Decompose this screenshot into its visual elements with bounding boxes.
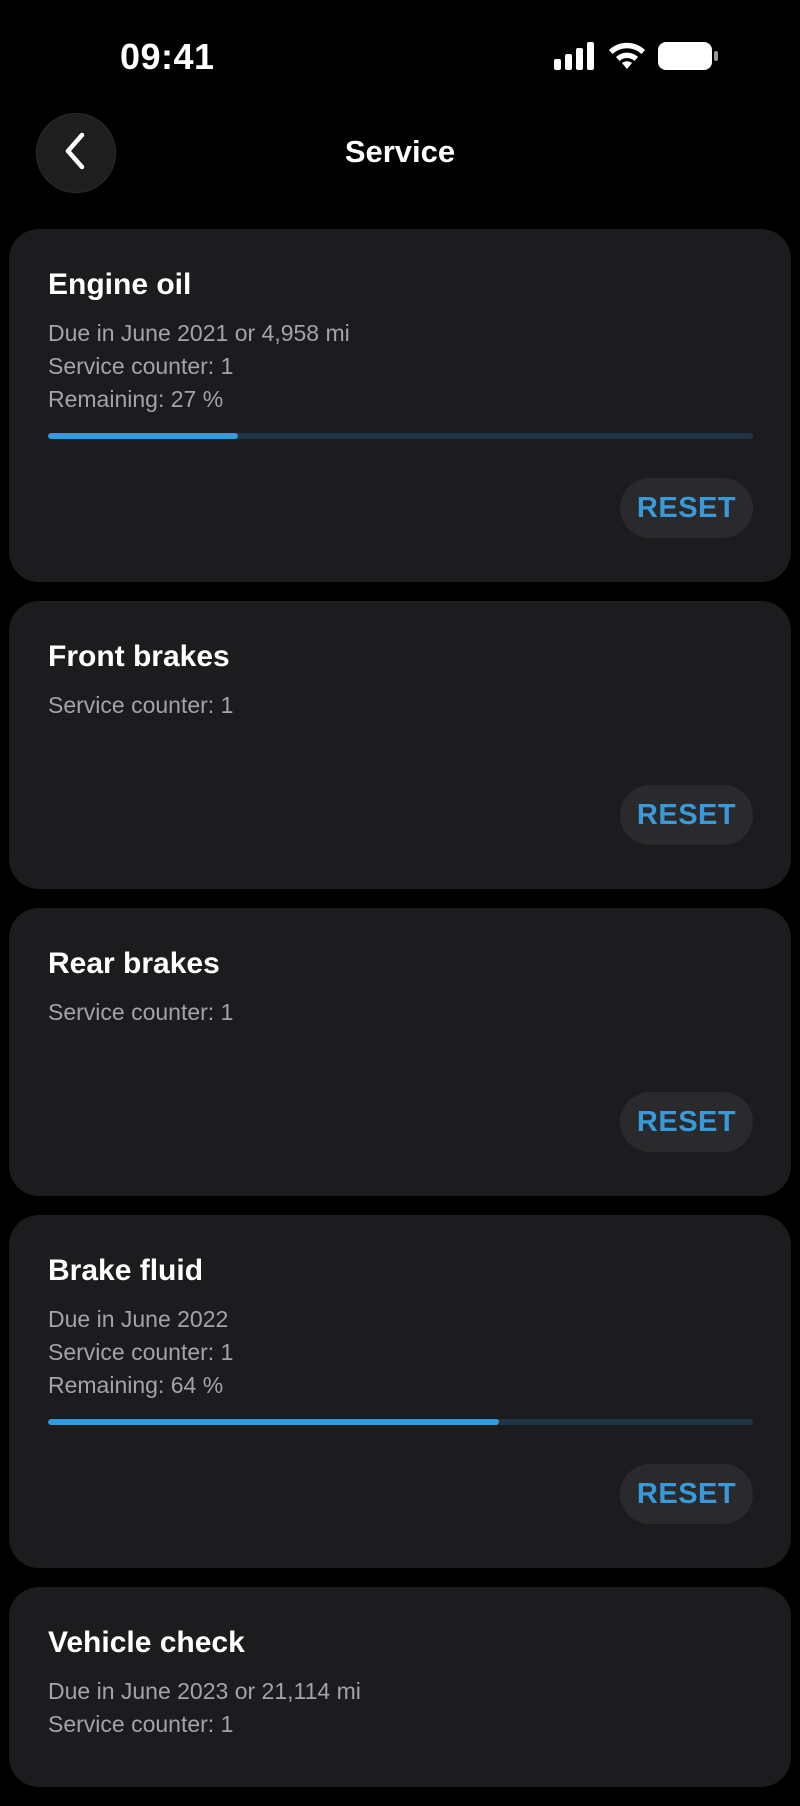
status-bar: 09:41: [0, 0, 800, 110]
status-time: 09:41: [120, 36, 215, 77]
service-remaining: Remaining: 27 %: [48, 386, 224, 412]
service-card-front-brakes: Front brakes Service counter: 1 RESET: [9, 601, 791, 889]
progress-bar: [48, 1419, 753, 1425]
battery-icon: [658, 42, 718, 75]
service-card-engine-oil: Engine oil Due in June 2021 or 4,958 mi …: [9, 229, 791, 582]
service-counter: Service counter: 1: [48, 1711, 234, 1737]
service-title: Front brakes: [48, 640, 230, 673]
service-due: Due in June 2023 or 21,114 mi: [48, 1678, 361, 1704]
service-card-vehicle-check: Vehicle check Due in June 2023 or 21,114…: [9, 1587, 791, 1787]
service-title: Rear brakes: [48, 947, 220, 980]
reset-button[interactable]: RESET: [620, 1464, 753, 1524]
nav-bar: Service: [0, 110, 800, 200]
service-title: Vehicle check: [48, 1626, 245, 1659]
service-due: Due in June 2021 or 4,958 mi: [48, 320, 350, 346]
reset-button[interactable]: RESET: [620, 1092, 753, 1152]
page-title: Service: [344, 134, 456, 169]
status-icons: [554, 42, 718, 75]
reset-button[interactable]: RESET: [620, 478, 753, 538]
service-counter: Service counter: 1: [48, 999, 234, 1025]
service-title: Engine oil: [48, 268, 192, 301]
service-due: Due in June 2022: [48, 1306, 229, 1332]
service-card-brake-fluid: Brake fluid Due in June 2022 Service cou…: [9, 1215, 791, 1568]
service-counter: Service counter: 1: [48, 692, 234, 718]
cellular-signal-icon: [554, 42, 596, 75]
progress-bar: [48, 433, 753, 439]
progress-fill: [48, 433, 239, 439]
service-title: Brake fluid: [48, 1254, 204, 1287]
service-remaining: Remaining: 64 %: [48, 1372, 224, 1398]
service-list: Engine oil Due in June 2021 or 4,958 mi …: [9, 229, 791, 1806]
service-counter: Service counter: 1: [48, 1339, 234, 1365]
service-counter: Service counter: 1: [48, 353, 234, 379]
wifi-icon: [608, 42, 646, 75]
progress-fill: [48, 1419, 500, 1425]
reset-button[interactable]: RESET: [620, 785, 753, 845]
service-card-rear-brakes: Rear brakes Service counter: 1 RESET: [9, 908, 791, 1196]
